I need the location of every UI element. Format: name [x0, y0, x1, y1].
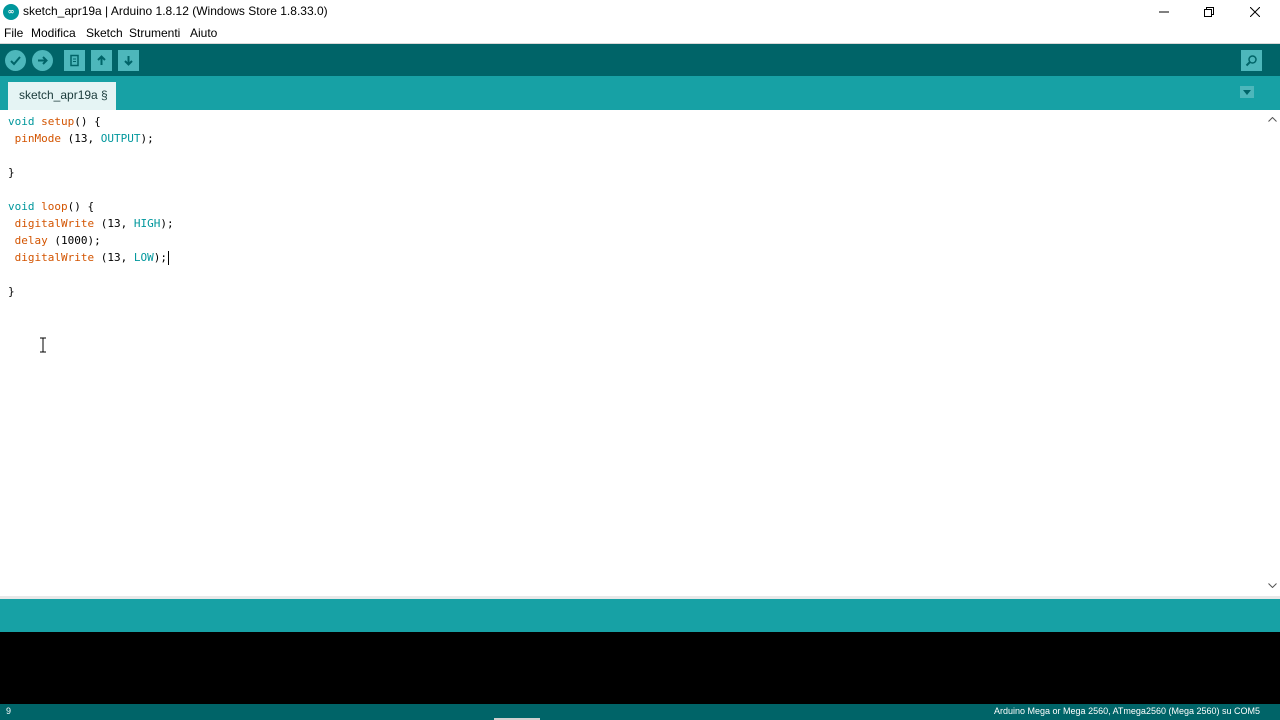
new-icon — [70, 54, 79, 67]
maximize-button[interactable] — [1186, 0, 1232, 24]
tab-label: sketch_apr19a § — [19, 88, 108, 102]
code-line: } — [8, 285, 15, 298]
minimize-icon — [1159, 11, 1169, 13]
close-icon — [1250, 7, 1260, 17]
menu-file[interactable]: File — [4, 26, 23, 40]
line-number: 9 — [6, 706, 12, 716]
menu-aiuto[interactable]: Aiuto — [190, 26, 217, 40]
serial-monitor-button[interactable] — [1241, 50, 1262, 71]
tab-dropdown-icon — [1243, 89, 1251, 95]
menu-bar: File Modifica Sketch Strumenti Aiuto — [0, 24, 1280, 43]
verify-icon — [10, 56, 21, 66]
upload-icon — [38, 56, 48, 65]
menu-strumenti[interactable]: Strumenti — [129, 26, 180, 40]
code-editor[interactable]: void setup() { pinMode (13, OUTPUT); } v… — [0, 110, 1265, 596]
code-line: digitalWrite (13, LOW); — [14, 251, 169, 265]
message-bar — [0, 599, 1280, 632]
code-line: digitalWrite (13, HIGH); — [14, 217, 174, 230]
maximize-icon — [1204, 7, 1214, 17]
new-button[interactable] — [64, 50, 85, 71]
text-caret — [167, 251, 169, 265]
toolbar — [0, 44, 1280, 76]
code-line: delay (1000); — [14, 234, 101, 247]
minimize-button[interactable] — [1141, 0, 1187, 24]
tab-strip: sketch_apr19a § — [0, 76, 1280, 110]
menu-sketch[interactable]: Sketch — [86, 26, 123, 40]
serial-monitor-icon — [1245, 55, 1257, 67]
upload-button[interactable] — [32, 50, 53, 71]
code-line: pinMode (13, OUTPUT); — [14, 132, 154, 145]
save-button[interactable] — [118, 50, 139, 71]
menu-modifica[interactable]: Modifica — [31, 26, 76, 40]
open-button[interactable] — [91, 50, 112, 71]
title-bar: ∞ sketch_apr19a | Arduino 1.8.12 (Window… — [0, 0, 1280, 24]
code-line: void setup() { — [8, 115, 101, 128]
tab-sketch[interactable]: sketch_apr19a § — [8, 82, 116, 110]
board-info: Arduino Mega or Mega 2560, ATmega2560 (M… — [994, 706, 1260, 716]
tab-menu-button[interactable] — [1240, 86, 1254, 98]
close-button[interactable] — [1232, 0, 1278, 24]
code-line: } — [8, 166, 15, 179]
window-title: sketch_apr19a | Arduino 1.8.12 (Windows … — [23, 4, 328, 18]
verify-button[interactable] — [5, 50, 26, 71]
ibeam-cursor-icon — [40, 337, 46, 353]
arduino-logo-icon: ∞ — [3, 4, 19, 20]
code-text[interactable]: void setup() { pinMode (13, OUTPUT); } v… — [8, 113, 174, 300]
scroll-up-icon[interactable] — [1265, 114, 1280, 124]
open-icon — [97, 55, 106, 65]
vertical-scrollbar[interactable] — [1265, 110, 1280, 596]
console-output — [0, 632, 1280, 704]
scroll-down-icon[interactable] — [1265, 580, 1280, 590]
code-line: void loop() { — [8, 200, 95, 213]
save-icon — [124, 56, 133, 66]
status-bar: 9 Arduino Mega or Mega 2560, ATmega2560 … — [0, 704, 1280, 720]
